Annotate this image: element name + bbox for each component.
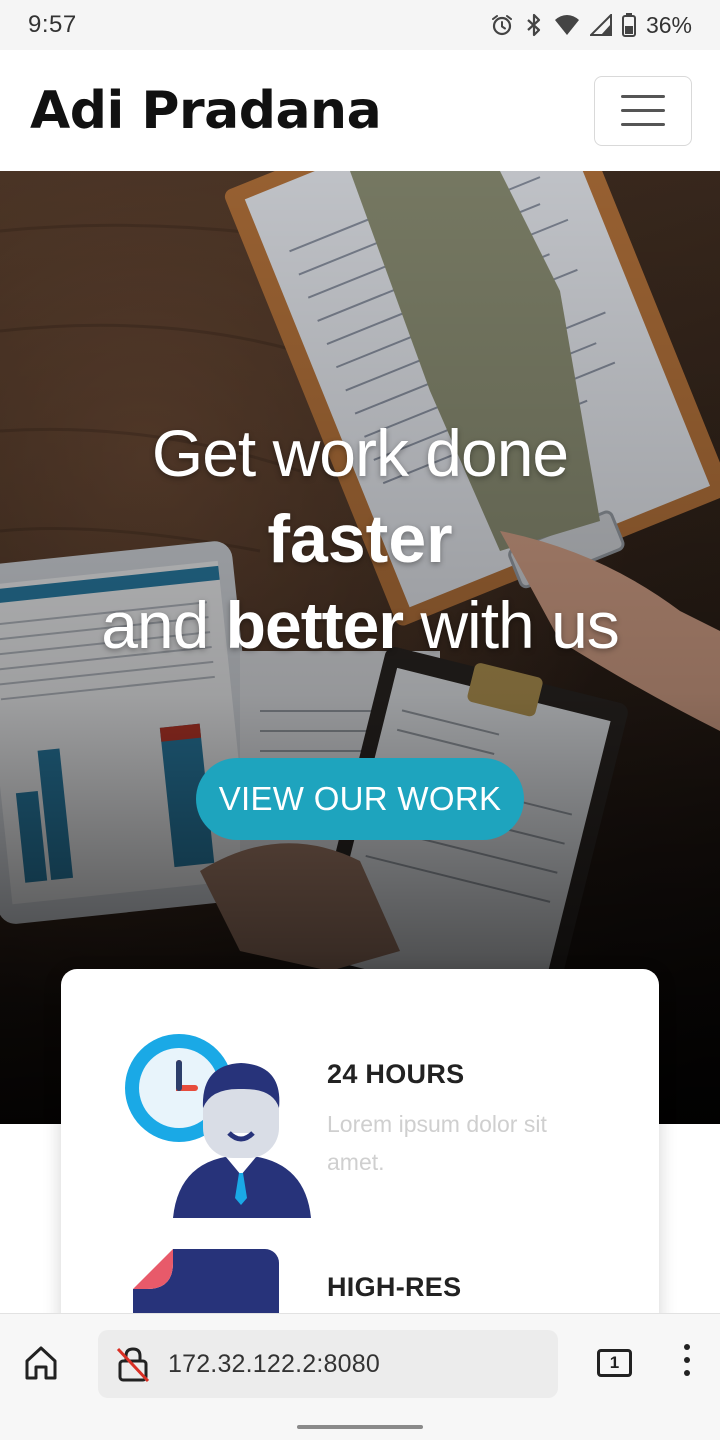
status-time: 9:57 <box>28 11 77 38</box>
hero-line-2: faster <box>267 501 453 577</box>
brand-logo[interactable]: Adi Pradana <box>30 81 382 141</box>
menu-dot <box>684 1357 690 1363</box>
clock-person-icon <box>123 1033 313 1228</box>
menu-dot <box>684 1370 690 1376</box>
tab-count: 1 <box>609 1353 620 1372</box>
hero-headline: Get work done faster and better with us <box>0 411 720 667</box>
address-bar[interactable]: 172.32.122.2:8080 <box>98 1330 558 1398</box>
hamburger-menu-icon <box>621 95 665 98</box>
wifi-icon <box>554 14 580 36</box>
hamburger-line <box>621 109 665 112</box>
hamburger-line <box>621 123 665 126</box>
hero-line-3: and better with us <box>0 583 720 667</box>
status-bar: 9:57 36% <box>0 0 720 50</box>
browser-bottom-bar: 172.32.122.2:8080 1 <box>0 1313 720 1440</box>
url-text: 172.32.122.2:8080 <box>168 1349 380 1378</box>
hero-line-3-pre: and <box>101 588 226 662</box>
alarm-icon <box>490 13 514 37</box>
battery-percent: 36% <box>645 11 692 38</box>
feature-description: Lorem ipsum dolor sit amet. <box>327 1111 547 1175</box>
home-button[interactable] <box>22 1344 60 1387</box>
feature-title: HIGH-RES <box>327 1272 462 1302</box>
home-icon <box>25 1346 57 1380</box>
status-icons: 36% <box>490 12 692 39</box>
battery-icon <box>621 13 636 37</box>
bluetooth-icon <box>524 13 544 37</box>
overflow-menu-icon[interactable] <box>684 1344 690 1376</box>
menu-dot <box>684 1344 690 1350</box>
tabs-button[interactable]: 1 <box>597 1349 632 1377</box>
insecure-lock-icon[interactable] <box>116 1345 150 1383</box>
screen: 9:57 36% Adi Pradana Get work done faste… <box>0 0 720 1440</box>
hero-line-3-bold: better <box>225 588 404 662</box>
hamburger-menu-button[interactable] <box>594 75 692 146</box>
hero-line-1: Get work done <box>151 416 569 490</box>
feature-title: 24 HOURS <box>327 1059 465 1089</box>
navbar: Adi Pradana <box>0 50 720 171</box>
document-icon <box>133 1249 283 1313</box>
hero-line-3-post: with us <box>403 588 619 662</box>
view-our-work-button[interactable]: VIEW OUR WORK <box>196 758 524 840</box>
signal-icon <box>589 14 612 36</box>
gesture-handle[interactable] <box>297 1425 423 1429</box>
